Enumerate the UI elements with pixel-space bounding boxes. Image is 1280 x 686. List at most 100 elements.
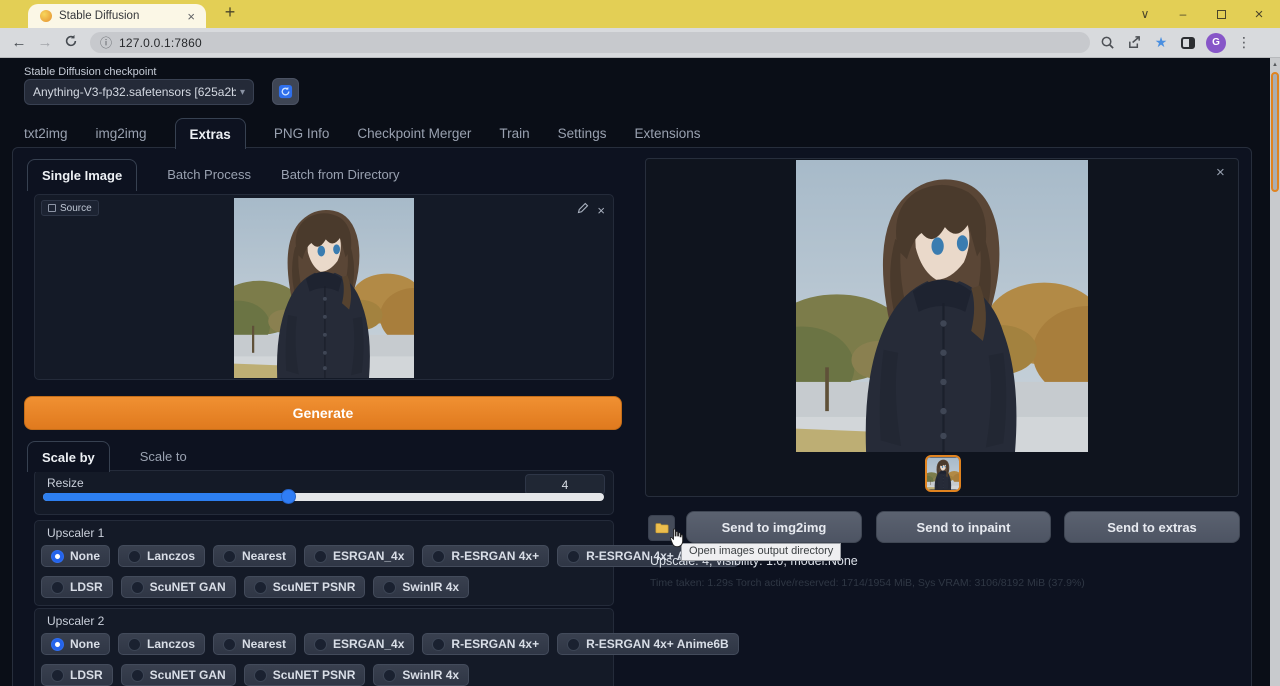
chevron-down-icon: ▾ bbox=[240, 87, 245, 98]
upscaler-2-row2: LDSR ScuNET GAN ScuNET PSNR SwinIR 4x bbox=[41, 664, 469, 686]
upscaler-option[interactable]: ScuNET GAN bbox=[121, 664, 236, 686]
radio-icon bbox=[383, 669, 396, 682]
window-chevron-icon[interactable]: ∨ bbox=[1130, 0, 1160, 28]
radio-icon bbox=[254, 669, 267, 682]
radio-icon bbox=[51, 550, 64, 563]
upscaler-option[interactable]: R-ESRGAN 4x+ bbox=[422, 545, 549, 567]
extras-subtab[interactable]: Batch from Directory bbox=[281, 159, 399, 191]
main-tab[interactable]: txt2img bbox=[24, 118, 68, 149]
scrollbar-thumb[interactable] bbox=[1271, 72, 1279, 192]
radio-icon bbox=[128, 550, 141, 563]
performance-stats-text: Time taken: 1.29s Torch active/reserved:… bbox=[650, 577, 1085, 589]
new-tab-button[interactable]: + bbox=[218, 2, 242, 23]
clear-image-icon[interactable]: × bbox=[597, 203, 605, 218]
browser-tab-title: Stable Diffusion bbox=[59, 10, 184, 22]
upscaler-option[interactable]: ScuNET GAN bbox=[121, 576, 236, 598]
slider-handle[interactable] bbox=[281, 489, 296, 504]
tooltip: Open images output directory bbox=[681, 543, 841, 561]
main-tab[interactable]: img2img bbox=[96, 118, 147, 149]
share-icon[interactable] bbox=[1125, 34, 1143, 52]
upscaler-option[interactable]: SwinIR 4x bbox=[373, 576, 469, 598]
refresh-checkpoint-button[interactable] bbox=[272, 78, 299, 105]
upscaler-option[interactable]: ESRGAN_4x bbox=[304, 633, 414, 655]
send-to-inpaint-button[interactable]: Send to inpaint bbox=[876, 511, 1051, 543]
upscaler-option[interactable]: Nearest bbox=[213, 545, 296, 567]
window-maximize-button[interactable] bbox=[1206, 0, 1236, 28]
upscaler-option[interactable]: ScuNET PSNR bbox=[244, 664, 366, 686]
address-bar[interactable]: ⓘ 127.0.0.1:7860 bbox=[90, 32, 1090, 53]
scroll-up-icon[interactable]: ▲ bbox=[1270, 58, 1280, 71]
upscaler-option[interactable]: SwinIR 4x bbox=[373, 664, 469, 686]
tab-close-icon[interactable]: × bbox=[184, 9, 198, 24]
site-info-icon[interactable]: ⓘ bbox=[100, 34, 112, 51]
extras-subtab[interactable]: Single Image bbox=[27, 159, 137, 191]
side-panel-icon[interactable] bbox=[1179, 34, 1197, 52]
favicon-icon bbox=[40, 10, 52, 22]
upscaler-1-block: Upscaler 1 NoneLanczosNearestESRGAN_4xR-… bbox=[34, 520, 614, 606]
source-image[interactable] bbox=[233, 198, 415, 378]
upscaler-option[interactable]: Lanczos bbox=[118, 633, 205, 655]
radio-icon bbox=[51, 581, 64, 594]
gallery-thumbnail[interactable] bbox=[925, 455, 961, 492]
main-tab-bar: txt2img img2img Extras PNG Info Checkpoint M… bbox=[24, 118, 701, 149]
radio-icon bbox=[128, 638, 141, 651]
browser-toolbar: ← → ⓘ 127.0.0.1:7860 ★ G ⋮ bbox=[0, 28, 1280, 58]
main-tab[interactable]: PNG Info bbox=[274, 118, 330, 149]
send-to-img2img-button[interactable]: Send to img2img bbox=[686, 511, 862, 543]
scale-tab[interactable]: Scale by bbox=[27, 441, 110, 472]
result-image[interactable] bbox=[795, 160, 1089, 452]
forward-icon[interactable]: → bbox=[32, 34, 58, 51]
send-to-extras-button[interactable]: Send to extras bbox=[1064, 511, 1240, 543]
extras-subtab[interactable]: Batch Process bbox=[167, 159, 251, 191]
resize-label: Resize bbox=[47, 476, 84, 490]
gallery-close-icon[interactable]: × bbox=[1216, 164, 1225, 181]
edit-pencil-icon[interactable] bbox=[577, 201, 589, 219]
upscaler-option[interactable]: R-ESRGAN 4x+ Anime6B bbox=[557, 633, 739, 655]
upscaler-option[interactable]: None bbox=[41, 545, 110, 567]
radio-icon bbox=[567, 550, 580, 563]
extras-subtab-bar: Single Image Batch Process Batch from Dire… bbox=[27, 159, 400, 191]
radio-icon bbox=[223, 638, 236, 651]
main-tab[interactable]: Train bbox=[499, 118, 529, 149]
browser-titlebar: Stable Diffusion × + ∨ – × bbox=[0, 0, 1280, 28]
profile-avatar[interactable]: G bbox=[1206, 33, 1226, 53]
window-minimize-button[interactable]: – bbox=[1168, 0, 1198, 28]
zoom-indicator-icon[interactable] bbox=[1098, 34, 1116, 52]
url-text: 127.0.0.1:7860 bbox=[119, 36, 202, 50]
browser-tab[interactable]: Stable Diffusion × bbox=[28, 4, 206, 28]
radio-icon bbox=[131, 669, 144, 682]
refresh-icon bbox=[278, 84, 293, 99]
back-icon[interactable]: ← bbox=[6, 34, 32, 51]
bookmark-star-icon[interactable]: ★ bbox=[1152, 34, 1170, 52]
generate-button[interactable]: Generate bbox=[24, 396, 622, 430]
radio-icon bbox=[432, 550, 445, 563]
upscaler-option[interactable]: R-ESRGAN 4x+ bbox=[422, 633, 549, 655]
radio-icon bbox=[51, 638, 64, 651]
upscaler-2-row1: None Lanczos Nearest ESRGAN_4x R-ESRGAN 4x+ R… bbox=[41, 633, 739, 655]
upscaler-1-row1: NoneLanczosNearestESRGAN_4xR-ESRGAN 4x+R… bbox=[41, 545, 739, 567]
radio-icon bbox=[567, 638, 580, 651]
page-scrollbar[interactable]: ▲ bbox=[1270, 58, 1280, 686]
upscaler-option[interactable]: ScuNET PSNR bbox=[244, 576, 366, 598]
source-image-dropzone[interactable]: Source × bbox=[34, 194, 614, 380]
upscaler-option[interactable]: ESRGAN_4x bbox=[304, 545, 414, 567]
scale-tab[interactable]: Scale to bbox=[140, 441, 187, 472]
upscaler-2-block: Upscaler 2 NoneLanczosNearestESRGAN_4xR-… bbox=[34, 608, 614, 686]
reload-icon[interactable] bbox=[58, 34, 84, 52]
radio-icon bbox=[432, 638, 445, 651]
main-tab[interactable]: Settings bbox=[558, 118, 607, 149]
upscaler-option[interactable]: LDSR bbox=[41, 664, 113, 686]
radio-icon bbox=[383, 581, 396, 594]
checkpoint-dropdown[interactable]: Anything-V3-fp32.safetensors [625a2ba2] … bbox=[24, 79, 254, 105]
resize-value-input[interactable]: 4 bbox=[525, 474, 605, 495]
upscaler-option[interactable]: None bbox=[41, 633, 110, 655]
upscaler-option[interactable]: Nearest bbox=[213, 633, 296, 655]
main-tab[interactable]: Extras bbox=[175, 118, 246, 149]
main-tab[interactable]: Extensions bbox=[634, 118, 700, 149]
main-tab[interactable]: Checkpoint Merger bbox=[357, 118, 471, 149]
browser-menu-icon[interactable]: ⋮ bbox=[1235, 34, 1253, 52]
upscaler-option[interactable]: Lanczos bbox=[118, 545, 205, 567]
window-close-button[interactable]: × bbox=[1244, 0, 1274, 28]
upscaler-option[interactable]: LDSR bbox=[41, 576, 113, 598]
resize-slider[interactable] bbox=[43, 493, 604, 501]
